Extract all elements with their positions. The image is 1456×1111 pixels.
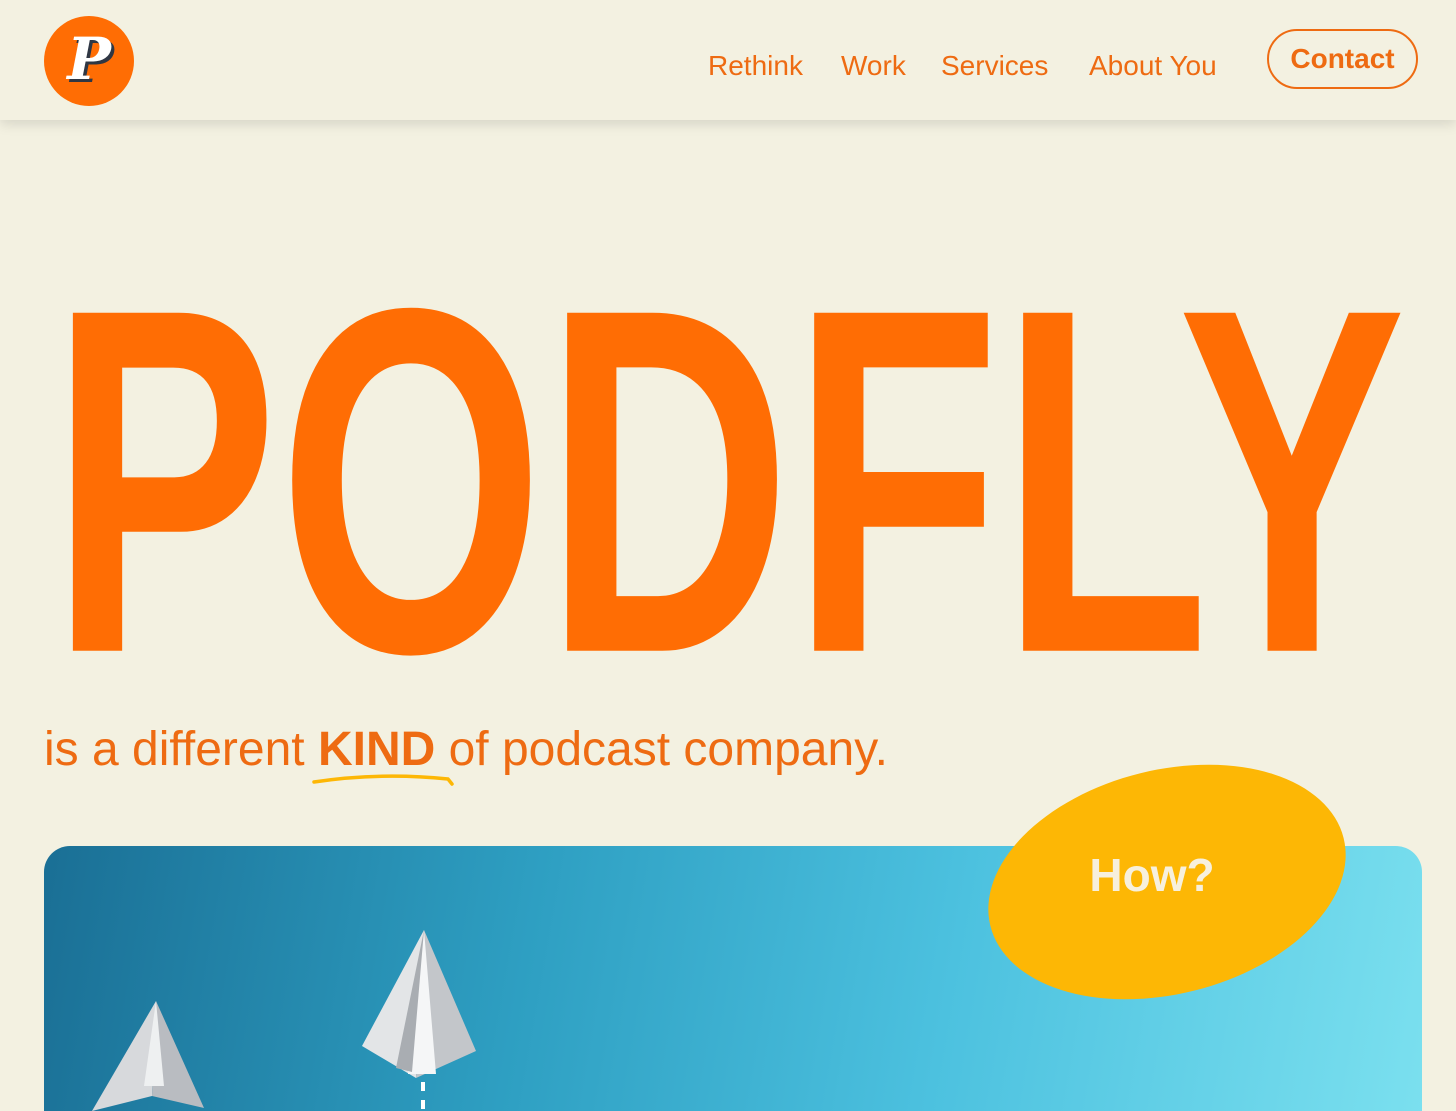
- how-button[interactable]: How?: [982, 760, 1352, 1005]
- underline-squiggle-icon: [312, 774, 454, 786]
- hero-tagline: is a different KIND of podcast company.: [44, 720, 888, 786]
- site-header: P P Rethink Work Services About You Cont…: [0, 0, 1456, 120]
- tagline-emphasis-text: KIND: [317, 723, 436, 776]
- nav-rethink[interactable]: Rethink: [708, 47, 803, 85]
- nav-work[interactable]: Work: [841, 47, 906, 85]
- hero-title-text: PODFLY: [50, 206, 1406, 695]
- podfly-logo[interactable]: P P: [44, 16, 134, 106]
- logo-p-icon: P P: [65, 25, 115, 96]
- paper-airplane-icon: [92, 1001, 204, 1111]
- how-bubble[interactable]: How?: [982, 760, 1352, 1005]
- paper-airplane-icon: [362, 930, 476, 1078]
- tagline-before: is a different: [44, 723, 318, 776]
- tagline-after: of podcast company.: [435, 723, 888, 776]
- svg-text:P: P: [65, 25, 112, 93]
- hero-title: PODFLY: [0, 175, 1456, 755]
- how-label: How?: [1089, 848, 1215, 901]
- page: P P Rethink Work Services About You Cont…: [0, 0, 1456, 1111]
- tagline-emphasis: KIND: [312, 720, 454, 786]
- nav-services[interactable]: Services: [941, 47, 1048, 85]
- nav-about-you[interactable]: About You: [1089, 47, 1217, 85]
- contact-button[interactable]: Contact: [1267, 29, 1418, 89]
